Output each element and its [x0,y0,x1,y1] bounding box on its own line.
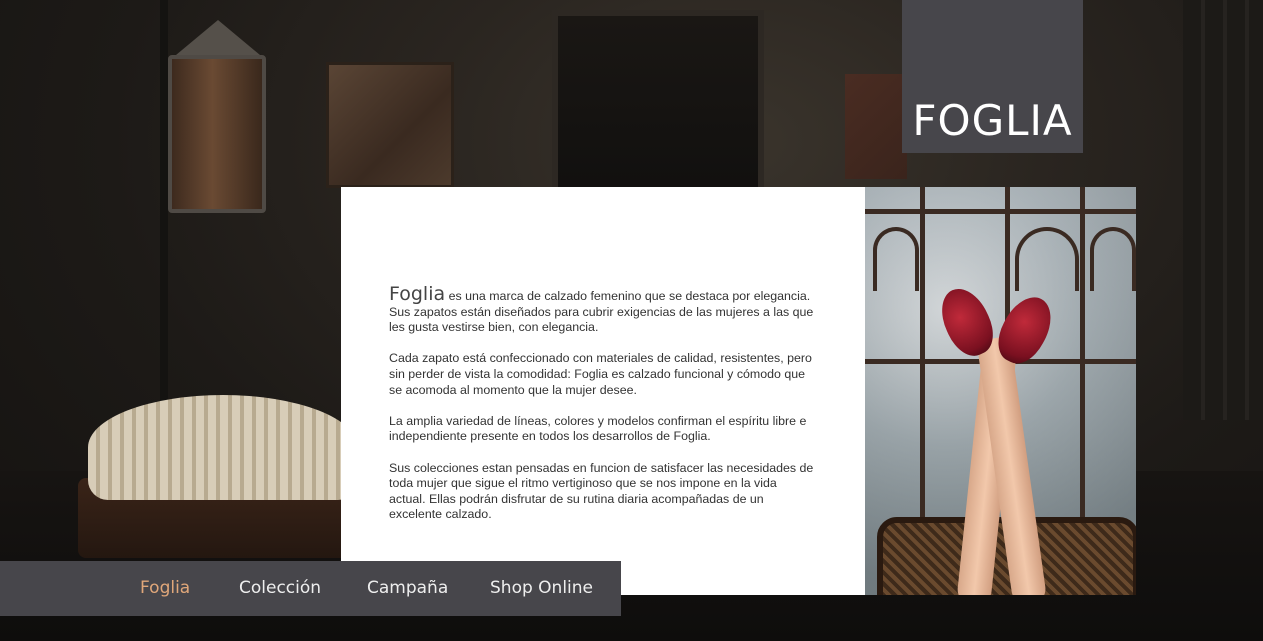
background-bench-cushion [88,395,358,500]
background-painting-left [326,62,454,188]
window-arch [1090,227,1136,291]
brand-name-inline: Foglia [389,283,446,305]
window-frame-bar [865,209,1136,214]
about-paragraph-2: Cada zapato está confeccionado con mater… [389,351,812,397]
window-arch [1015,227,1079,291]
campaign-photo [865,187,1136,595]
content-panel: Foglia es una marca de calzado femenino … [341,187,865,595]
background-painting-right [845,74,907,179]
background-lantern [168,55,266,213]
background-lamp-cap [170,20,266,60]
window-arch [873,227,919,291]
logo[interactable]: FOGLIA [902,0,1083,153]
background-screen [1183,0,1263,420]
nav-item-campana[interactable]: Campaña [367,561,448,616]
nav-item-coleccion[interactable]: Colección [239,561,321,616]
about-paragraph-1: Foglia es una marca de calzado femenino … [389,285,814,336]
about-paragraph-4: Sus colecciones estan pensadas en funcio… [389,460,814,522]
logo-text: FOGLIA [912,96,1073,145]
about-paragraph-3: La amplia variedad de líneas, colores y … [389,413,807,444]
about-text: Foglia es una marca de calzado femenino … [389,285,814,539]
background-lamp-post [160,0,168,420]
nav-item-shop-online[interactable]: Shop Online [490,561,593,616]
about-intro-text: es una marca de calzado femenino que se … [389,289,814,335]
nav-item-foglia[interactable]: Foglia [140,561,190,616]
main-nav: Foglia Colección Campaña Shop Online [0,561,621,616]
